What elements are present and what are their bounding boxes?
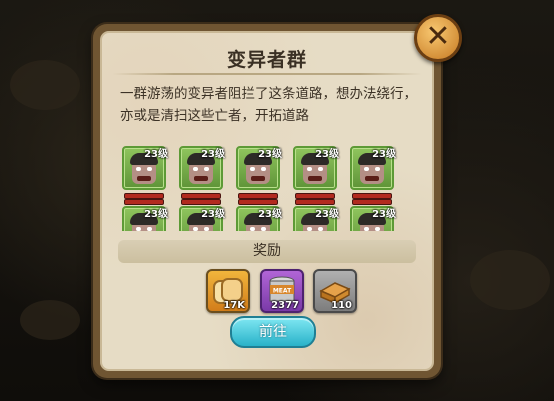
zombie-eye xyxy=(261,227,266,231)
title-divider xyxy=(112,73,422,75)
zombie-eye xyxy=(136,227,141,231)
zombie-mouth xyxy=(194,176,208,181)
enemy-level: 23级 xyxy=(144,209,168,220)
zombie-mouth xyxy=(137,176,151,181)
dialog-content: 变异者群 一群游荡的变异者阻拦了这条道路，想办法绕行，亦或是清扫这些亡者，开拓道… xyxy=(100,31,434,371)
enemy-level: 23级 xyxy=(258,149,282,160)
zombie-eye xyxy=(250,167,255,171)
enemy-level: 23级 xyxy=(144,149,168,160)
background-decoration xyxy=(20,300,80,340)
zombie-eye xyxy=(307,167,312,171)
reward-item-bread[interactable]: 17K xyxy=(206,269,250,313)
zombie-eye xyxy=(318,227,323,231)
zombie-eye xyxy=(307,227,312,231)
zombie-eye xyxy=(147,167,152,171)
enemy-level: 23级 xyxy=(315,149,339,160)
reward-header: 奖励 xyxy=(118,240,416,263)
zombie-eye xyxy=(193,167,198,171)
zombie-eye xyxy=(147,227,152,231)
zombie-eye xyxy=(364,167,369,171)
zombie-eye xyxy=(136,167,141,171)
zombie-eye xyxy=(261,167,266,171)
enemy-level: 23级 xyxy=(315,209,339,220)
enemy-level: 23级 xyxy=(201,209,225,220)
zombie-eye xyxy=(364,227,369,231)
enemy-list[interactable]: 23级 23级 23级 23级 23级 23级 23级 23级 23级 23级 xyxy=(112,146,422,231)
zombie-mouth xyxy=(365,176,379,181)
reward-item-wood[interactable]: 110 xyxy=(313,269,357,313)
go-button[interactable]: 前往 xyxy=(230,316,316,348)
enemy-level: 23级 xyxy=(201,149,225,160)
background-decoration xyxy=(470,250,550,310)
enemy-level: 23级 xyxy=(258,209,282,220)
zombie-eye xyxy=(250,227,255,231)
close-button[interactable]: ✕ xyxy=(414,14,462,62)
reward-count: 2377 xyxy=(271,300,299,311)
reward-count: 110 xyxy=(331,300,352,311)
zombie-eye xyxy=(193,227,198,231)
zombie-mouth xyxy=(308,176,322,181)
zombie-eye xyxy=(375,227,380,231)
enemy-level: 23级 xyxy=(372,149,396,160)
mutant-group-dialog: 变异者群 一群游荡的变异者阻拦了这条道路，想办法绕行，亦或是清扫这些亡者，开拓道… xyxy=(93,24,441,378)
zombie-mouth xyxy=(251,176,265,181)
reward-item-meat[interactable]: MEAT 2377 xyxy=(260,269,304,313)
background-decoration xyxy=(10,60,80,110)
zombie-eye xyxy=(318,167,323,171)
meat-label: MEAT xyxy=(273,288,292,295)
enemy-level: 23级 xyxy=(372,209,396,220)
zombie-eye xyxy=(375,167,380,171)
zombie-eye xyxy=(204,167,209,171)
close-icon: ✕ xyxy=(425,19,451,54)
zombie-eye xyxy=(204,227,209,231)
reward-count: 17K xyxy=(223,300,245,311)
dialog-title: 变异者群 xyxy=(226,49,307,71)
dialog-description: 一群游荡的变异者阻拦了这条道路，想办法绕行，亦或是清扫这些亡者，开拓道路 xyxy=(120,86,417,124)
